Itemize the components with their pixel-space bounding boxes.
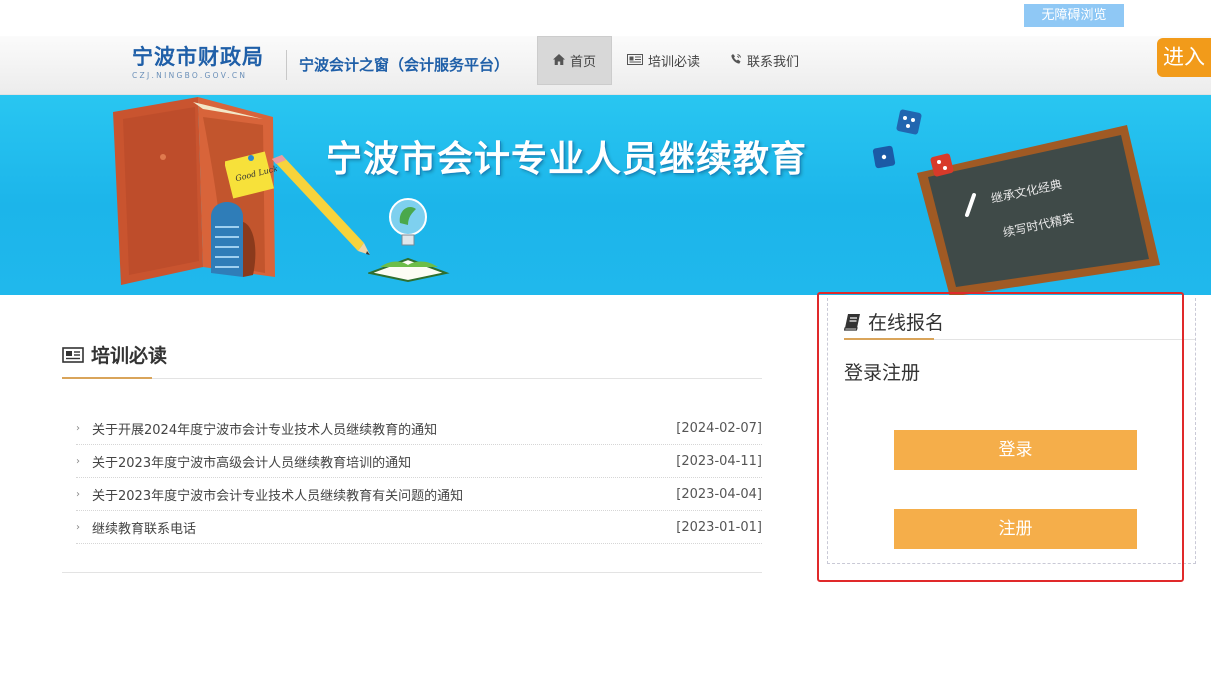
news-title[interactable]: 关于2023年度宁波市会计专业技术人员继续教育有关问题的通知 <box>92 485 463 504</box>
main-nav: 首页 培训必读 联系我们 <box>537 36 814 85</box>
training-section: 培训必读 <box>62 338 762 379</box>
nav-item-label: 首页 <box>570 55 597 70</box>
logo[interactable]: 宁波市财政局 CZJ.NINGBO.GOV.CN <box>132 44 274 88</box>
chalkboard-illustration: 继承文化经典 续写时代精英 <box>917 125 1160 295</box>
news-title[interactable]: 关于开展2024年度宁波市会计专业技术人员继续教育的通知 <box>92 419 437 438</box>
logo-domain: CZJ.NINGBO.GOV.CN <box>132 71 248 80</box>
phone-icon <box>730 53 742 68</box>
news-date: [2023-01-01] <box>676 519 762 535</box>
training-section-header: 培训必读 <box>62 338 762 379</box>
bullet-icon: › <box>76 521 80 533</box>
news-date: [2023-04-11] <box>676 453 762 469</box>
nav-item-label: 联系我们 <box>747 55 800 70</box>
news-date: [2024-02-07] <box>676 420 762 436</box>
training-section-label: 培训必读 <box>91 345 168 367</box>
accessibility-button[interactable]: 无障碍浏览 <box>1024 4 1124 27</box>
bullet-icon: › <box>76 455 80 467</box>
highlight-annotation-box <box>817 292 1184 582</box>
logo-text: 宁波市财政局 <box>132 45 264 69</box>
nav-item-home[interactable]: 首页 <box>537 36 613 85</box>
home-icon <box>553 53 565 68</box>
list-item[interactable]: › 关于2023年度宁波市会计专业技术人员继续教育有关问题的通知 [2023-0… <box>76 478 762 511</box>
news-date: [2023-04-04] <box>676 486 762 502</box>
section-divider <box>62 572 762 573</box>
top-strip: 无障碍浏览 <box>0 0 1211 36</box>
news-title[interactable]: 继续教育联系电话 <box>92 518 196 537</box>
list-item[interactable]: › 关于开展2024年度宁波市会计专业技术人员继续教育的通知 [2024-02-… <box>76 412 762 445</box>
banner-title: 宁波市会计专业人员继续教育 <box>326 139 808 180</box>
list-item[interactable]: › 继续教育联系电话 [2023-01-01] <box>76 511 762 544</box>
lightbulb-book-illustration <box>368 198 450 283</box>
site-header: 宁波市财政局 CZJ.NINGBO.GOV.CN 宁波会计之窗（会计服务平台） … <box>0 36 1211 95</box>
dice-icon <box>872 145 896 169</box>
hero-banner: Good Luck! 继承文化经典 续写时代精英 宁波市会计专业人员继续教育 <box>0 95 1211 295</box>
training-section-title: 培训必读 <box>62 341 167 368</box>
newspaper-icon <box>62 346 84 363</box>
enter-button[interactable]: 进入 <box>1157 38 1211 77</box>
nav-item-label: 培训必读 <box>648 55 701 70</box>
list-item[interactable]: › 关于2023年度宁波市高级会计人员继续教育培训的通知 [2023-04-11… <box>76 445 762 478</box>
newspaper-icon <box>627 53 644 68</box>
news-title[interactable]: 关于2023年度宁波市高级会计人员继续教育培训的通知 <box>92 452 411 471</box>
training-news-list: › 关于开展2024年度宁波市会计专业技术人员继续教育的通知 [2024-02-… <box>76 412 762 544</box>
nav-item-training[interactable]: 培训必读 <box>612 36 715 85</box>
site-subtitle: 宁波会计之窗（会计服务平台） <box>299 56 510 74</box>
nav-item-contact[interactable]: 联系我们 <box>715 36 814 85</box>
logo-divider <box>286 50 287 80</box>
section-underline <box>62 377 152 379</box>
bullet-icon: › <box>76 422 80 434</box>
bullet-icon: › <box>76 488 80 500</box>
